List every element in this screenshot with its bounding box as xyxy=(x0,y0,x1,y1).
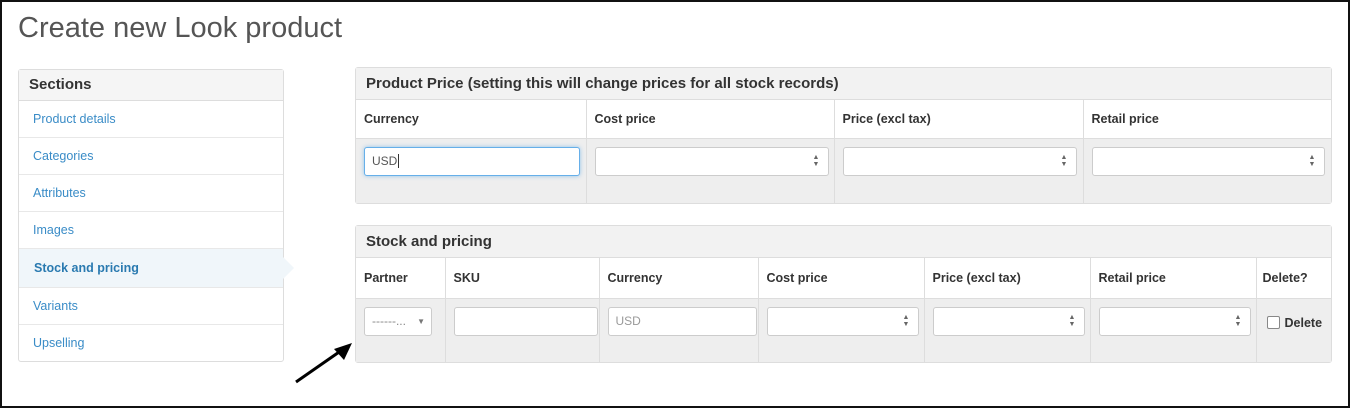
sidebar-item-categories[interactable]: Categories xyxy=(19,138,283,175)
stock-table: Partner SKU Currency Cost price Price (e… xyxy=(356,258,1331,362)
sidebar-item-upselling[interactable]: Upselling xyxy=(19,325,283,361)
spinner-arrows-icon[interactable]: ▲ ▼ xyxy=(903,314,910,329)
column-header-retail-price: Retail price xyxy=(1083,100,1331,139)
stock-price-excl-tax-input[interactable]: ▲ ▼ xyxy=(932,306,1085,336)
column-header-cost-price: Cost price xyxy=(586,100,835,139)
sidebar-item-product-details[interactable]: Product details xyxy=(19,101,283,138)
sidebar-item-stock-and-pricing[interactable]: Stock and pricing xyxy=(19,249,294,288)
spinner-arrows-icon[interactable]: ▲ ▼ xyxy=(1069,314,1076,329)
product-price-table: Currency Cost price Price (excl tax) Ret… xyxy=(356,100,1331,203)
column-header-partner: Partner xyxy=(356,258,446,299)
delete-checkbox[interactable] xyxy=(1266,315,1280,329)
delete-label: Delete xyxy=(1284,315,1323,330)
partner-select[interactable]: ------... ▼ xyxy=(364,306,432,336)
column-header-price-excl-tax: Price (excl tax) xyxy=(924,258,1091,299)
retail-price-input[interactable]: ▲ ▼ xyxy=(1091,146,1325,176)
column-header-price-excl-tax: Price (excl tax) xyxy=(834,100,1084,139)
spinner-arrows-icon[interactable]: ▲ ▼ xyxy=(1235,314,1242,329)
sidebar-item-variants[interactable]: Variants xyxy=(19,288,283,325)
sidebar-heading: Sections xyxy=(19,70,283,101)
currency-input[interactable]: USD xyxy=(364,146,580,176)
sections-sidebar: Sections Product details Categories Attr… xyxy=(18,69,294,362)
column-header-cost-price: Cost price xyxy=(758,258,925,299)
spinner-arrows-icon[interactable]: ▲ ▼ xyxy=(1309,154,1316,169)
stock-currency-input[interactable]: USD xyxy=(607,306,757,336)
stock-currency-placeholder: USD xyxy=(615,313,641,328)
stock-cost-price-input[interactable]: ▲ ▼ xyxy=(766,306,919,336)
column-header-sku: SKU xyxy=(445,258,600,299)
arrow-annotation-icon xyxy=(295,343,352,384)
text-cursor xyxy=(398,154,400,169)
spinner-arrows-icon[interactable]: ▲ ▼ xyxy=(813,154,820,169)
currency-value: USD xyxy=(372,153,398,168)
cost-price-input[interactable]: ▲ ▼ xyxy=(594,146,829,176)
column-header-retail-price: Retail price xyxy=(1090,258,1257,299)
stock-retail-price-input[interactable]: ▲ ▼ xyxy=(1098,306,1251,336)
sidebar-item-images[interactable]: Images xyxy=(19,212,283,249)
sku-input[interactable] xyxy=(453,306,598,336)
chevron-down-icon: ▼ xyxy=(417,316,425,326)
column-header-currency: Currency xyxy=(356,100,587,139)
product-price-panel: Product Price (setting this will change … xyxy=(355,67,1332,204)
stock-and-pricing-heading: Stock and pricing xyxy=(356,226,1331,258)
price-excl-tax-input[interactable]: ▲ ▼ xyxy=(842,146,1077,176)
column-header-delete: Delete? xyxy=(1256,258,1331,299)
sidebar-item-attributes[interactable]: Attributes xyxy=(19,175,283,212)
partner-select-value: ------... xyxy=(372,313,406,328)
screenshot-frame: Create new Look product Sections Product… xyxy=(0,0,1350,408)
spinner-arrows-icon[interactable]: ▲ ▼ xyxy=(1061,154,1068,169)
column-header-currency: Currency xyxy=(599,258,759,299)
page-title: Create new Look product xyxy=(18,12,343,44)
stock-and-pricing-panel: Stock and pricing Partner SKU Currency C… xyxy=(355,225,1332,363)
product-price-heading: Product Price (setting this will change … xyxy=(356,68,1331,100)
